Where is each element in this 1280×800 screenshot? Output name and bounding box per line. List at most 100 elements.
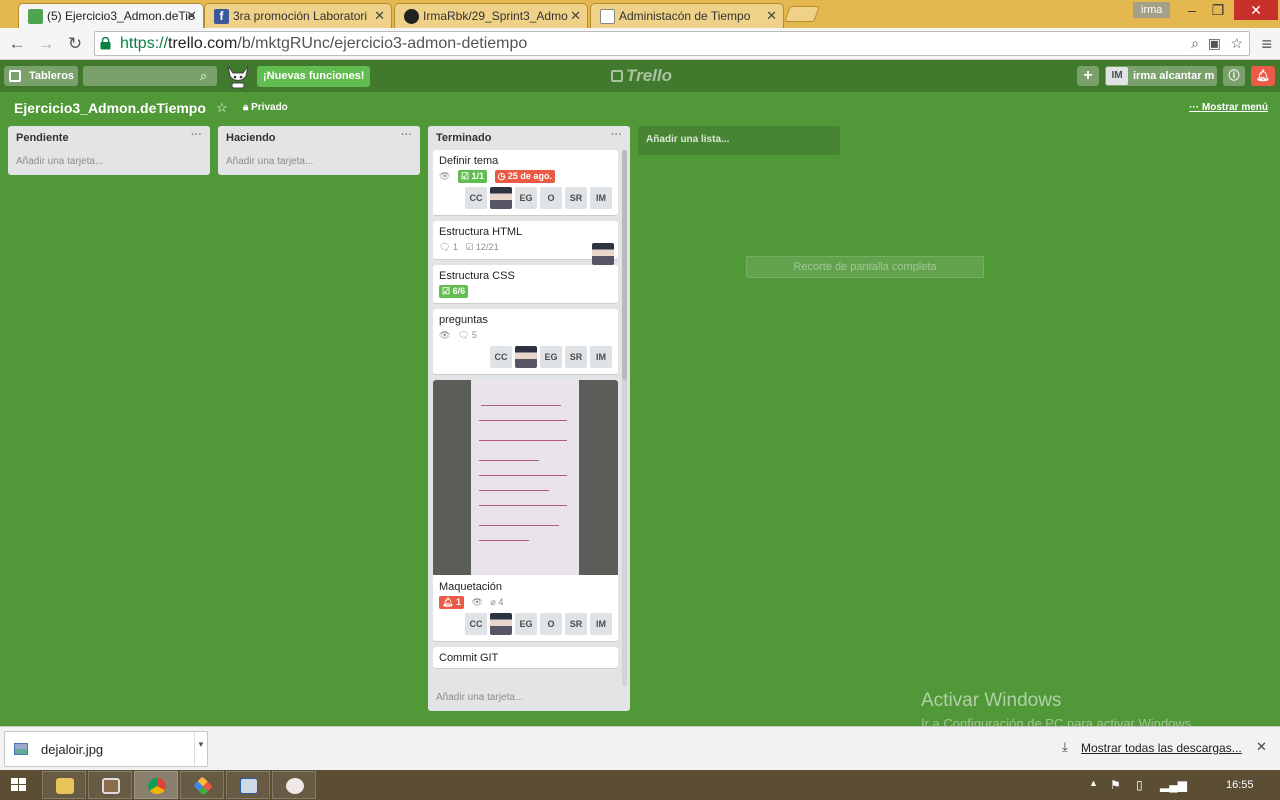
member-avatar[interactable]: SR xyxy=(565,613,587,635)
tray-chevron-up-icon[interactable]: ▲ xyxy=(1089,778,1098,788)
card-members: CC EG O SR IM xyxy=(439,613,612,637)
windows-start-icon[interactable] xyxy=(11,778,27,792)
member-avatar[interactable]: EG xyxy=(515,187,537,209)
tab-github[interactable]: IrmaRbk/29_Sprint3_Admo ✕ xyxy=(394,3,588,28)
member-avatar[interactable]: EG xyxy=(540,346,562,368)
taskbar-app-4[interactable] xyxy=(180,771,224,799)
show-all-downloads-link[interactable]: Mostrar todas las descargas... xyxy=(1081,741,1242,755)
card-members: CC EG O SR IM xyxy=(439,187,612,211)
list-haciendo: Haciendo ··· Añadir una tarjeta... xyxy=(218,126,420,175)
list-title[interactable]: Haciendo xyxy=(226,132,276,144)
tab-admin-tiempo[interactable]: Administacón de Tiempo ✕ xyxy=(590,3,784,28)
back-icon[interactable]: ← xyxy=(6,33,28,55)
close-window-icon[interactable]: ✕ xyxy=(1234,0,1278,20)
list-title[interactable]: Pendiente xyxy=(16,132,69,144)
reload-icon[interactable]: ↻ xyxy=(64,33,86,55)
add-card-link[interactable]: Añadir una tarjeta... xyxy=(428,686,630,711)
close-tab-icon[interactable]: ✕ xyxy=(186,8,197,24)
member-menu-button[interactable]: IM irma alcantar m xyxy=(1105,66,1217,86)
member-avatar[interactable]: CC xyxy=(465,187,487,209)
download-item[interactable]: dejaloir.jpg ▼ xyxy=(4,731,208,767)
card-estructura-css[interactable]: Estructura CSS ☑ 6/6 xyxy=(433,265,618,304)
boards-button[interactable]: Tableros xyxy=(4,66,78,86)
member-avatar[interactable]: IM xyxy=(590,187,612,209)
card-title: Definir tema xyxy=(439,155,499,167)
trello-logo[interactable]: Trello xyxy=(611,66,672,86)
card-preguntas[interactable]: preguntas 👁︎ 🗨︎ 5 CC EG SR IM xyxy=(433,309,618,375)
star-board-icon[interactable]: ☆ xyxy=(216,100,228,116)
taskbar-clock[interactable]: 16:55 xyxy=(1226,779,1254,791)
close-tab-icon[interactable]: ✕ xyxy=(570,8,581,24)
card-maquetacion[interactable]: Maquetación 🔔︎ 1 👁︎ ⌀ 4 CC EG O SR IM xyxy=(433,380,618,642)
maximize-icon[interactable]: ❐ xyxy=(1204,0,1232,20)
boards-icon xyxy=(9,70,21,82)
scrollbar-thumb[interactable] xyxy=(622,150,627,380)
list-header[interactable]: Terminado ··· xyxy=(428,126,630,150)
search-input[interactable] xyxy=(83,66,217,86)
member-photo-avatar[interactable] xyxy=(515,346,537,368)
member-photo-avatar[interactable] xyxy=(592,243,614,265)
taskbar-snipping-tool[interactable] xyxy=(272,771,316,799)
address-bar[interactable]: https://trello.com/b/mktgRUnc/ejercicio3… xyxy=(94,31,1250,56)
taskbar-chrome[interactable] xyxy=(134,771,178,799)
member-avatar[interactable]: O xyxy=(540,187,562,209)
close-tab-icon[interactable]: ✕ xyxy=(374,8,385,24)
minimize-icon[interactable]: – xyxy=(1178,0,1206,20)
zoom-icon[interactable]: ⌕ xyxy=(1191,35,1199,52)
member-avatar[interactable]: IM xyxy=(590,346,612,368)
add-card-link[interactable]: Añadir una tarjeta... xyxy=(218,150,420,175)
list-header[interactable]: Pendiente ··· xyxy=(8,126,210,150)
list-header[interactable]: Haciendo ··· xyxy=(218,126,420,150)
new-tab-button[interactable] xyxy=(784,6,820,22)
chrome-menu-icon[interactable]: ≡ xyxy=(1261,34,1272,55)
member-photo-avatar[interactable] xyxy=(490,613,512,635)
member-avatar[interactable]: SR xyxy=(565,346,587,368)
card-estructura-html[interactable]: Estructura HTML 🗨︎ 1 ☑ 12/21 xyxy=(433,221,618,265)
taskbar-app-2[interactable] xyxy=(88,771,132,799)
close-shelf-icon[interactable]: ✕ xyxy=(1256,739,1267,755)
show-menu-link[interactable]: ··· Mostrar menú xyxy=(1189,102,1268,113)
notification-badge: 🔔︎ 1 xyxy=(439,596,464,609)
member-avatar[interactable]: SR xyxy=(565,187,587,209)
list-menu-icon[interactable]: ··· xyxy=(611,129,622,141)
list-title[interactable]: Terminado xyxy=(436,132,491,144)
chevron-down-icon[interactable]: ▼ xyxy=(194,732,207,766)
member-photo-avatar[interactable] xyxy=(490,187,512,209)
info-icon[interactable]: ⓘ xyxy=(1223,66,1245,86)
list-scrollbar[interactable] xyxy=(622,150,627,686)
volume-icon[interactable]: 🔈︎ xyxy=(1182,778,1189,793)
member-avatar[interactable]: EG xyxy=(515,613,537,635)
member-avatar[interactable]: IM xyxy=(590,613,612,635)
close-tab-icon[interactable]: ✕ xyxy=(766,8,777,24)
card-commit-git[interactable]: Commit GIT xyxy=(433,647,618,669)
add-card-link[interactable]: Añadir una tarjeta... xyxy=(8,150,210,175)
tab-trello-board[interactable]: (5) Ejercicio3_Admon.deTie ✕ xyxy=(18,3,204,28)
card-badges: 👁︎ ☑ 1/1 ◷ 25 de ago. xyxy=(439,170,612,184)
list-menu-icon[interactable]: ··· xyxy=(191,129,202,141)
flag-icon[interactable]: ⚑ xyxy=(1110,778,1121,792)
taskbar-app-5[interactable] xyxy=(226,771,270,799)
tab-title: 3ra promoción Laboratori xyxy=(233,9,368,23)
attachment-badge: ⌀ 4 xyxy=(490,597,504,607)
visibility-button[interactable]: 🔒︎ Privado xyxy=(243,102,288,113)
member-avatar[interactable]: O xyxy=(540,613,562,635)
taskbar-file-explorer[interactable] xyxy=(42,771,86,799)
bookmark-star-icon[interactable]: ☆ xyxy=(1230,35,1243,52)
card-definir-tema[interactable]: Definir tema 👁︎ ☑ 1/1 ◷ 25 de ago. CC EG O… xyxy=(433,150,618,216)
list-menu-icon[interactable]: ··· xyxy=(401,129,412,141)
more-dots-icon: ··· xyxy=(1189,102,1202,113)
member-avatar[interactable]: CC xyxy=(490,346,512,368)
battery-icon[interactable]: ▯ xyxy=(1136,778,1143,792)
chrome-icon xyxy=(148,778,166,794)
add-icon[interactable]: + xyxy=(1077,66,1099,86)
tab-facebook[interactable]: f 3ra promoción Laboratori ✕ xyxy=(204,3,392,28)
checklist-badge: ☑ 1/1 xyxy=(457,170,488,183)
member-avatar[interactable]: CC xyxy=(465,613,487,635)
add-list-button[interactable]: Añadir una lista... xyxy=(638,126,840,155)
board-title[interactable]: Ejercicio3_Admon.deTiempo xyxy=(14,100,206,116)
forward-icon[interactable]: → xyxy=(35,33,57,55)
notifications-bell-icon[interactable]: 🔔︎ xyxy=(1251,66,1275,86)
translate-icon[interactable]: ▣ xyxy=(1208,35,1221,52)
profile-badge[interactable]: irma xyxy=(1133,2,1171,18)
new-features-button[interactable]: ¡Nuevas funciones! xyxy=(257,66,371,87)
